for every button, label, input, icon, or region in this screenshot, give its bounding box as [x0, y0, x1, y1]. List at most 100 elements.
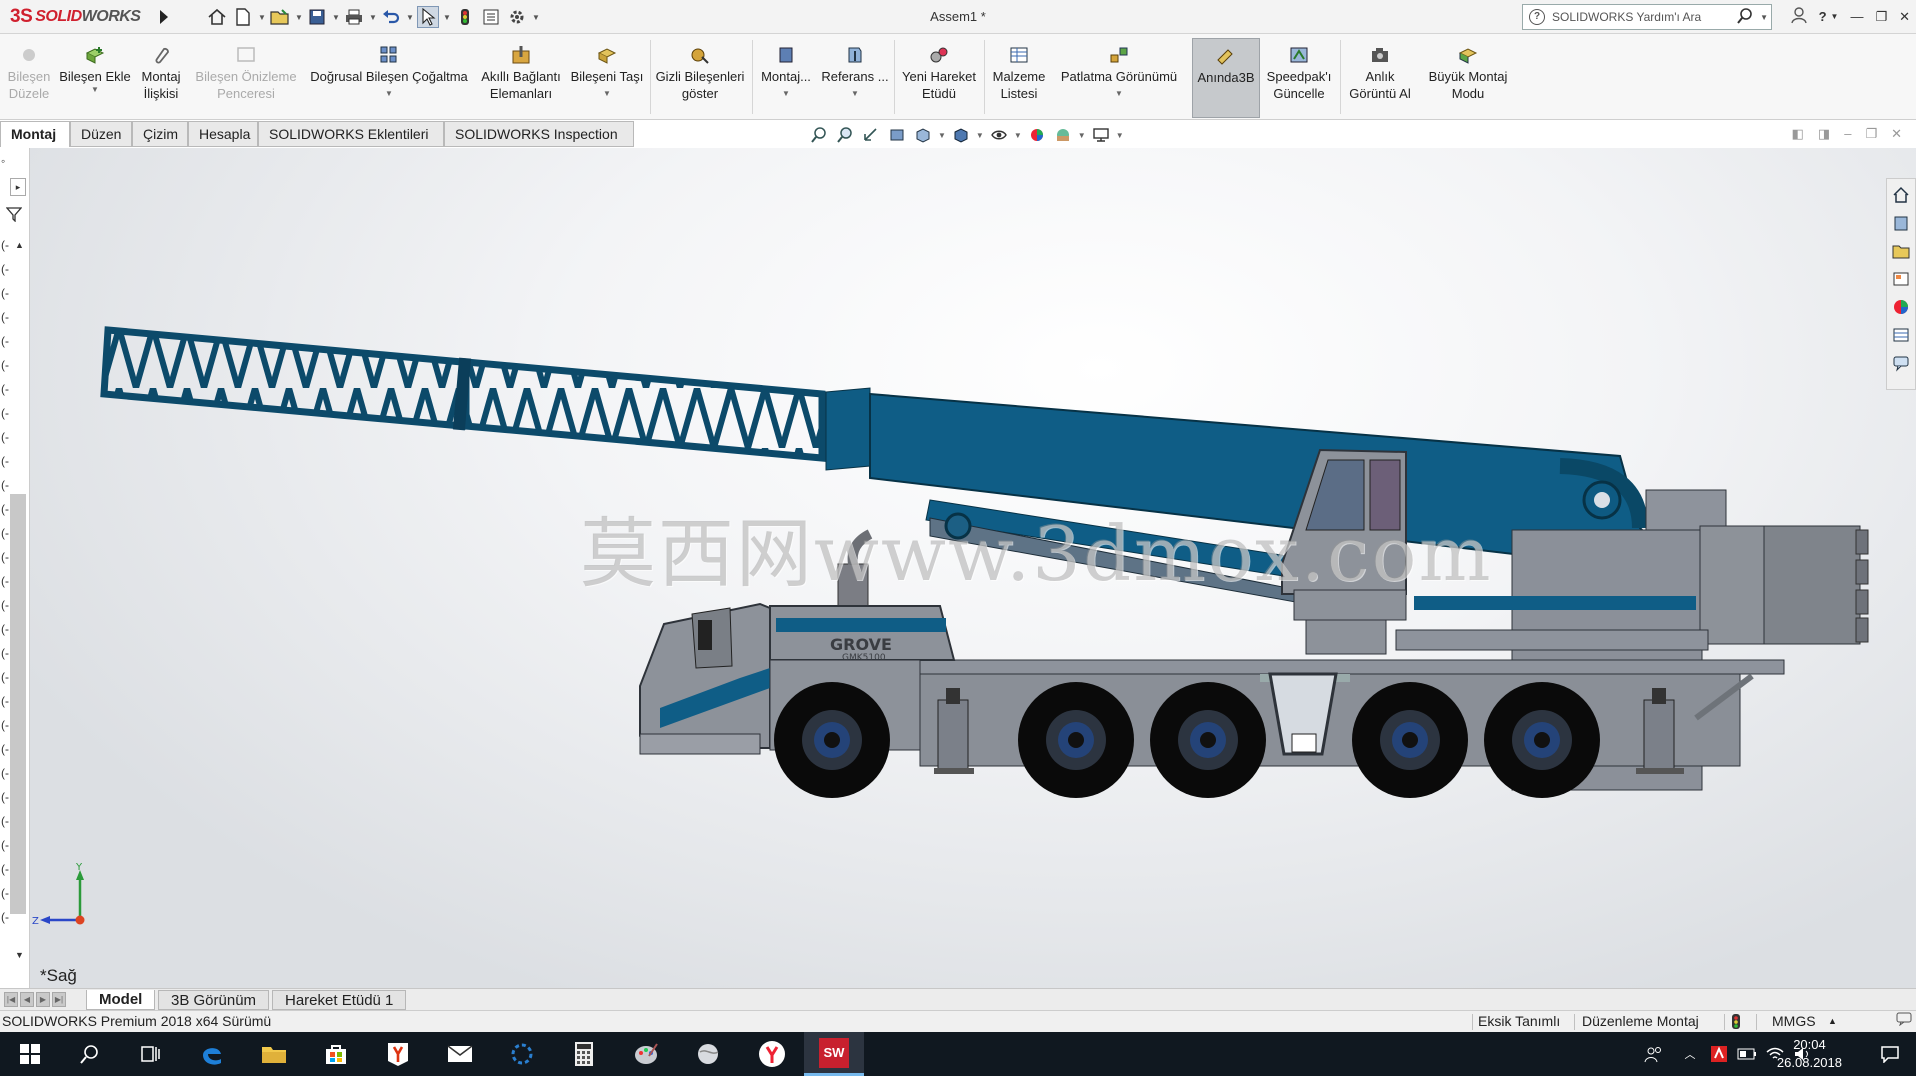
calculator-icon[interactable]: [568, 1038, 600, 1070]
chevron-down-icon[interactable]: ▼: [369, 13, 377, 22]
chevron-down-icon[interactable]: ▼: [443, 13, 451, 22]
solidworks-resources-home-icon[interactable]: [1891, 185, 1911, 205]
tree-row[interactable]: (-: [1, 574, 9, 588]
user-icon[interactable]: [1790, 6, 1807, 27]
pane-expand-icon[interactable]: ▸: [10, 178, 26, 196]
chevron-down-icon[interactable]: ▼: [532, 13, 540, 22]
view-orientation-icon[interactable]: [912, 125, 934, 145]
rebuild-traffic-light-icon[interactable]: [454, 6, 476, 28]
chevron-down-icon[interactable]: ▼: [1014, 131, 1022, 140]
notification-center-icon[interactable]: [1878, 1038, 1902, 1070]
tree-row[interactable]: (-: [1, 694, 9, 708]
appearances-icon[interactable]: [1891, 297, 1911, 317]
help-search-box[interactable]: ? SOLIDWORKS Yardım'ı Ara ▼: [1522, 4, 1772, 30]
tree-row[interactable]: (-: [1, 526, 9, 540]
search-icon[interactable]: [74, 1038, 106, 1070]
close-icon[interactable]: ✕: [1899, 9, 1910, 25]
save-icon[interactable]: [306, 6, 328, 28]
tree-row[interactable]: (-: [1, 238, 9, 252]
zoom-to-fit-icon[interactable]: [808, 125, 830, 145]
tree-row[interactable]: (-: [1, 262, 9, 276]
chevron-down-icon[interactable]: ▼: [1831, 12, 1839, 21]
next-tab-icon[interactable]: ▶: [36, 992, 50, 1007]
reference-geometry-button[interactable]: Referans ... ▼: [818, 44, 892, 120]
edge-browser-icon[interactable]: [196, 1038, 228, 1070]
tab-evaluate[interactable]: Hesapla: [188, 121, 258, 147]
tree-row[interactable]: (-: [1, 838, 9, 852]
tree-row[interactable]: (-: [1, 646, 9, 660]
scroll-down-icon[interactable]: ▼: [15, 950, 24, 960]
chevron-down-icon[interactable]: ▼: [332, 13, 340, 22]
open-folder-icon[interactable]: [269, 6, 291, 28]
file-properties-icon[interactable]: [480, 6, 502, 28]
tree-row[interactable]: (-: [1, 790, 9, 804]
assembly-features-button[interactable]: Montaj... ▼: [756, 44, 816, 120]
tree-row[interactable]: (-: [1, 814, 9, 828]
insert-component-button[interactable]: Bileşen Ekle ▼: [58, 44, 132, 120]
undo-icon[interactable]: [380, 6, 402, 28]
windows-start-icon[interactable]: [14, 1038, 46, 1070]
unit-system-selector[interactable]: MMGS: [1772, 1011, 1816, 1032]
tree-row[interactable]: (-: [1, 502, 9, 516]
yandex-browser-icon[interactable]: [756, 1038, 788, 1070]
chevron-down-icon[interactable]: ▼: [385, 89, 393, 99]
zoom-to-area-icon[interactable]: [834, 125, 856, 145]
chevron-down-icon[interactable]: ▼: [1115, 89, 1123, 99]
select-pointer-icon[interactable]: [417, 6, 439, 28]
tab-motion-study-1[interactable]: Hareket Etüdü 1: [272, 990, 407, 1010]
section-view-icon[interactable]: [886, 125, 908, 145]
tree-row[interactable]: (-: [1, 910, 9, 924]
edit-component-button[interactable]: Bileşen Düzele: [6, 44, 52, 120]
exploded-view-button[interactable]: Patlatma Görünümü ▼: [1054, 44, 1184, 120]
tree-scrollbar-thumb[interactable]: [10, 494, 26, 914]
close-icon[interactable]: ✕: [1891, 126, 1902, 142]
chevron-down-icon[interactable]: ▼: [1760, 13, 1768, 22]
chevron-up-icon[interactable]: ▲: [1828, 1011, 1837, 1032]
prev-tab-icon[interactable]: ◀: [20, 992, 34, 1007]
chevron-down-icon[interactable]: ▼: [295, 13, 303, 22]
tree-row[interactable]: (-: [1, 382, 9, 396]
help-search-input[interactable]: SOLIDWORKS Yardım'ı Ara: [1552, 10, 1701, 24]
display-style-icon[interactable]: [950, 125, 972, 145]
tree-row[interactable]: (-: [1, 598, 9, 612]
forum-chat-icon[interactable]: [1891, 353, 1911, 373]
chevron-down-icon[interactable]: ▼: [976, 131, 984, 140]
design-library-icon[interactable]: [1891, 213, 1911, 233]
previous-view-icon[interactable]: [860, 125, 882, 145]
smart-fasteners-button[interactable]: Akıllı Bağlantı Elemanları: [478, 44, 564, 120]
instant3d-button[interactable]: Anında3B: [1192, 38, 1260, 118]
chevron-down-icon[interactable]: ▼: [91, 85, 99, 95]
file-explorer-icon[interactable]: [258, 1038, 290, 1070]
update-speedpak-button[interactable]: Speedpak'ı Güncelle: [1264, 44, 1334, 120]
large-assembly-mode-button[interactable]: Büyük Montaj Modu: [1418, 44, 1518, 120]
edit-appearance-icon[interactable]: [1026, 125, 1048, 145]
first-tab-icon[interactable]: |◀: [4, 992, 18, 1007]
people-icon[interactable]: [1644, 1038, 1664, 1070]
chevron-down-icon[interactable]: ▼: [1078, 131, 1086, 140]
view-palette-icon[interactable]: [1891, 269, 1911, 289]
yandex-app-icon[interactable]: [382, 1038, 414, 1070]
view-settings-monitor-icon[interactable]: [1090, 125, 1112, 145]
loading-app-icon[interactable]: [506, 1038, 538, 1070]
tree-row[interactable]: (-: [1, 358, 9, 372]
chevron-down-icon[interactable]: ▼: [1116, 131, 1124, 140]
crane-model[interactable]: GROVE GMK5100: [0, 148, 1916, 988]
chevron-down-icon[interactable]: ▼: [603, 89, 611, 99]
menu-expand-arrow-icon[interactable]: [157, 8, 171, 26]
tree-row[interactable]: (-: [1, 718, 9, 732]
chevron-down-icon[interactable]: ▼: [782, 89, 790, 99]
custom-properties-icon[interactable]: [1891, 325, 1911, 345]
tree-row[interactable]: (-: [1, 334, 9, 348]
mail-icon[interactable]: [444, 1038, 476, 1070]
component-preview-window-button[interactable]: Bileşen Önizleme Penceresi: [192, 44, 300, 120]
pane-pin-icon[interactable]: ◦: [1, 154, 5, 168]
tree-row[interactable]: (-: [1, 286, 9, 300]
show-hidden-components-button[interactable]: Gizli Bileşenleri göster: [652, 44, 748, 120]
tree-row[interactable]: (-: [1, 670, 9, 684]
chevron-down-icon[interactable]: ▼: [406, 13, 414, 22]
last-tab-icon[interactable]: ▶|: [52, 992, 66, 1007]
minimize-icon[interactable]: –: [1844, 126, 1851, 142]
tree-row[interactable]: (-: [1, 742, 9, 756]
tree-row[interactable]: (-: [1, 454, 9, 468]
tab-layout[interactable]: Düzen: [70, 121, 132, 147]
